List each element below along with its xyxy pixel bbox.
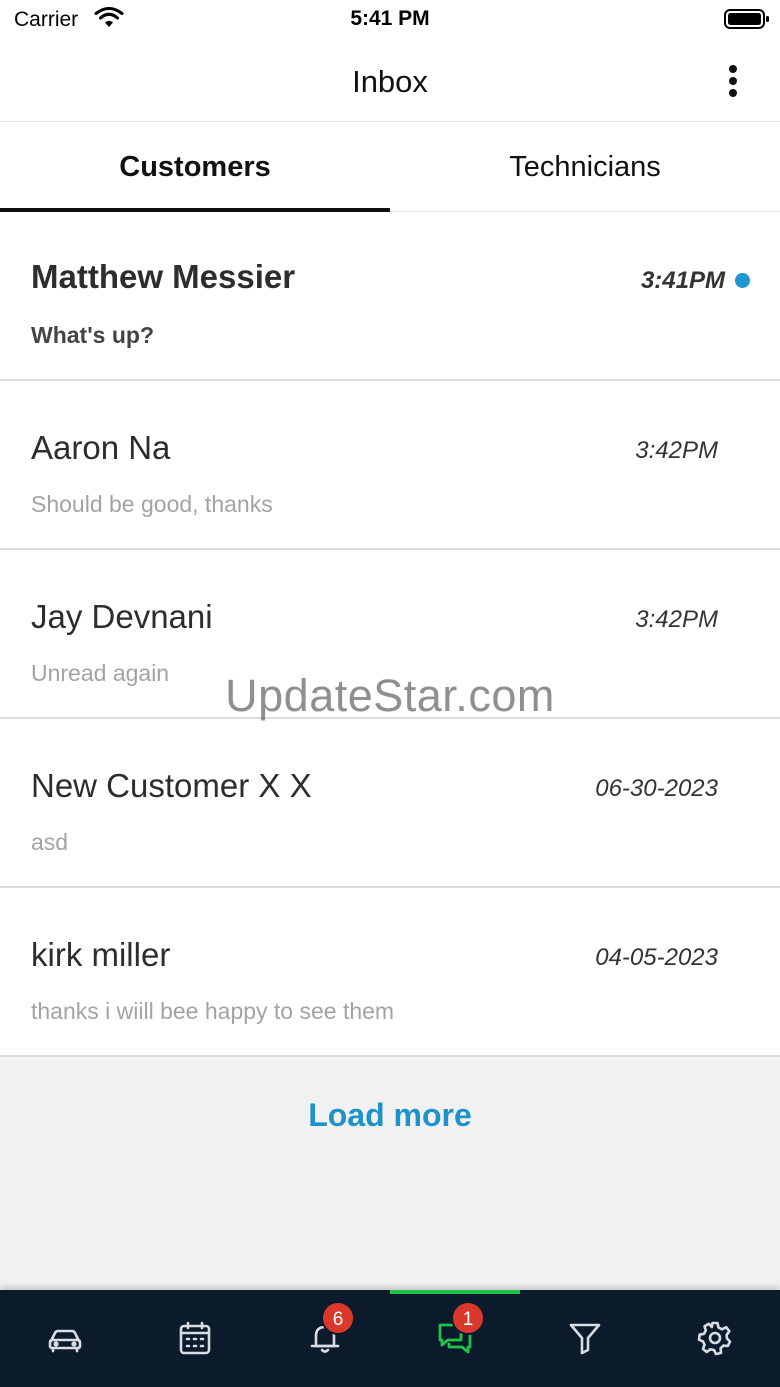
more-vertical-icon[interactable] [720, 62, 746, 100]
clock: 5:41 PM [350, 7, 430, 30]
message-count-badge: 1 [451, 1301, 485, 1335]
contact-name: Jay Devnani [31, 598, 213, 635]
message-preview: What's up? [31, 322, 155, 348]
message-preview: Should be good, thanks [31, 491, 273, 517]
tab-bar-inbox[interactable]: 1 [390, 1290, 520, 1387]
status-bar: Carrier 5:41 PM [0, 0, 780, 42]
conversation-item[interactable]: Aaron Na 3:42PM Should be good, thanks [0, 381, 780, 550]
bottom-tab-bar: 6 1 [0, 1290, 780, 1387]
conversation-item[interactable]: kirk miller 04-05-2023 thanks i wiill be… [0, 888, 780, 1057]
tab-bar-car[interactable] [0, 1290, 130, 1387]
tab-technicians[interactable]: Technicians [390, 122, 780, 212]
contact-name: Aaron Na [31, 429, 171, 466]
message-time: 06-30-2023 [595, 775, 718, 802]
conversation-item[interactable]: New Customer X X 06-30-2023 asd [0, 719, 780, 888]
unread-dot-icon [735, 273, 750, 288]
contact-name: Matthew Messier [31, 258, 296, 295]
message-time: 3:42PM [635, 606, 718, 633]
car-icon [48, 1329, 82, 1353]
conversation-item[interactable]: Matthew Messier 3:41PM What's up? [0, 212, 780, 381]
message-preview: thanks i wiill bee happy to see them [31, 998, 395, 1024]
load-more-button[interactable]: Load more [0, 1097, 780, 1134]
contact-name: New Customer X X [31, 767, 312, 804]
watermark: UpdateStar.com [225, 670, 555, 721]
message-time: 3:41PM [640, 267, 725, 294]
notification-count-badge: 6 [321, 1301, 355, 1335]
gear-icon [697, 1321, 732, 1356]
contact-name: kirk miller [31, 936, 171, 973]
message-time: 3:42PM [635, 437, 718, 464]
battery-icon [724, 9, 769, 29]
message-time: 04-05-2023 [595, 944, 718, 971]
tab-bar-filter[interactable] [520, 1290, 650, 1387]
message-preview: asd [31, 829, 69, 855]
calendar-icon [179, 1321, 211, 1355]
tabs: Customers Technicians [0, 122, 780, 212]
filter-icon [569, 1323, 601, 1355]
tab-bar-notifications[interactable]: 6 [260, 1290, 390, 1387]
page-title: Inbox [352, 64, 428, 99]
tab-bar-settings[interactable] [650, 1290, 780, 1387]
header: Inbox [0, 42, 780, 122]
tab-bar-calendar[interactable] [130, 1290, 260, 1387]
tab-customers[interactable]: Customers [0, 122, 390, 212]
conversation-list: Matthew Messier 3:41PM What's up? Aaron … [0, 212, 780, 1057]
